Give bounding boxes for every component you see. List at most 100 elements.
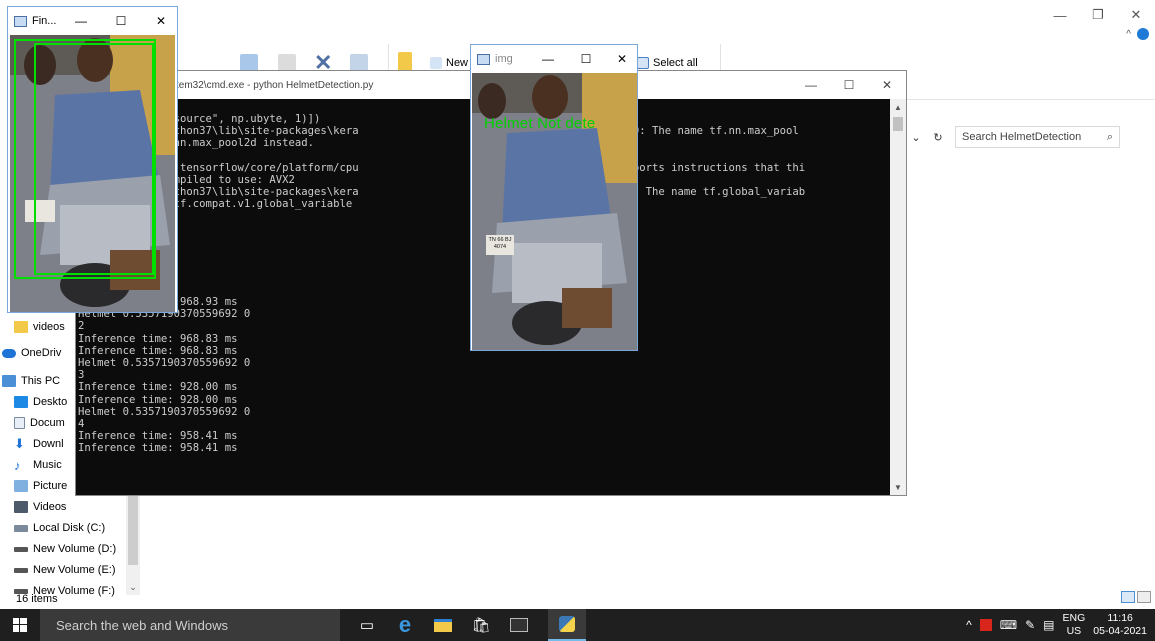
acrobat-icon[interactable] (979, 619, 992, 631)
console-line: Inference time: 928.00 ms (78, 393, 238, 406)
nav-item-label: Downl (33, 438, 64, 450)
chevron-down-icon[interactable]: ⌄ (905, 126, 927, 148)
img-window: img — ☐ ✕ TN 66 BJ 4074 Helmet Not dete (470, 44, 638, 351)
maximize-icon[interactable]: ☐ (830, 71, 868, 99)
console-line: 3 (78, 369, 85, 382)
chevron-up-icon[interactable]: ^ (1126, 29, 1131, 40)
music-icon: ♪ (14, 457, 21, 473)
region-code: US (1066, 625, 1082, 637)
nav-item-onedrive[interactable]: OneDriv (2, 343, 61, 363)
search-input[interactable]: Search HelmetDetection ⌕ (955, 126, 1120, 148)
finder-title: Fin... (32, 15, 57, 27)
nav-item-desktop[interactable]: Deskto (14, 392, 67, 412)
cmd-title: tem32\cmd.exe - python HelmetDetection.p… (176, 79, 374, 91)
nav-item-music[interactable]: ♪ Music (14, 455, 62, 475)
details-view-icon[interactable] (1121, 591, 1135, 603)
img-title: img (495, 53, 513, 65)
nav-item-new-volume-e[interactable]: New Volume (E:) (14, 560, 116, 580)
cmd-taskbar-icon[interactable] (500, 609, 538, 641)
taskbar: Search the web and Windows ▭ e 🛍 ^ ⌨ ✎ ▤… (0, 609, 1155, 641)
close-icon[interactable]: ✕ (1117, 0, 1155, 30)
keyboard-icon[interactable]: ⌨ (1000, 618, 1017, 632)
notification-icon[interactable]: ▤ (1043, 618, 1054, 632)
nav-item-label: New Volume (E:) (33, 564, 116, 576)
clock[interactable]: 11:16 05-04-2021 (1093, 612, 1147, 638)
drive-icon (14, 567, 28, 573)
nav-item-label: Picture (33, 480, 68, 492)
nav-item-label: This PC (21, 375, 61, 387)
download-icon: ⬇ (14, 436, 25, 451)
new-item-icon (430, 57, 442, 69)
search-placeholder: Search HelmetDetection (962, 131, 1082, 143)
minimize-icon[interactable]: — (792, 71, 830, 99)
nav-item-label: Videos (33, 501, 67, 513)
nav-item-pictures[interactable]: Picture (14, 476, 67, 496)
detection-box (14, 39, 156, 279)
nav-item-new-volume-d[interactable]: New Volume (D:) (14, 539, 116, 559)
scroll-up-icon[interactable]: ▲ (890, 99, 906, 115)
view-toggle (1121, 591, 1151, 603)
nav-item-documents[interactable]: Docum (14, 413, 65, 433)
close-icon[interactable]: ✕ (141, 7, 181, 35)
cmd-window-controls: — ☐ ✕ (792, 71, 906, 99)
nav-item-videos[interactable]: Videos (14, 497, 66, 517)
task-view-icon[interactable]: ▭ (348, 609, 386, 641)
nav-item-label: Deskto (33, 396, 68, 408)
nav-item-label: New Volume (D:) (33, 543, 117, 555)
clock-time: 11:16 (1107, 612, 1133, 624)
large-icons-view-icon[interactable] (1137, 591, 1151, 603)
taskbar-search-placeholder: Search the web and Windows (56, 617, 228, 633)
finder-window: Fin... — ☐ ✕ (7, 6, 178, 313)
scrollbar-thumb[interactable] (893, 117, 903, 131)
taskbar-search-input[interactable]: Search the web and Windows (40, 609, 340, 641)
chevron-down-icon[interactable]: ⌄ (126, 582, 140, 594)
ribbon-collapse-area: ^ (1126, 28, 1149, 40)
finder-window-controls: — ☐ ✕ (61, 7, 181, 35)
clock-date: 05-04-2021 (1093, 625, 1147, 637)
pictures-icon (14, 480, 28, 492)
scroll-down-icon[interactable]: ▼ (890, 479, 906, 495)
minimize-icon[interactable]: — (529, 45, 567, 73)
refresh-icon[interactable]: ↻ (927, 126, 949, 148)
python-taskbar-icon[interactable] (548, 609, 586, 641)
chevron-up-icon[interactable]: ^ (966, 618, 972, 632)
language-indicator[interactable]: ENG US (1063, 612, 1086, 638)
console-line: Helmet 0.5357190370559692 0 (78, 405, 251, 418)
finder-photo (10, 35, 175, 312)
minimize-icon[interactable]: — (61, 7, 101, 35)
start-button[interactable] (0, 609, 40, 641)
video-icon (14, 501, 28, 513)
console-line: Inference time: 928.00 ms (78, 381, 238, 394)
windows-logo-icon (13, 618, 27, 632)
minimize-icon[interactable]: — (1041, 0, 1079, 30)
nav-item-label: Docum (30, 417, 65, 429)
img-window-controls: — ☐ ✕ (529, 45, 639, 73)
store-icon[interactable]: 🛍 (462, 609, 500, 641)
img-photo: TN 66 BJ 4074 Helmet Not dete (472, 73, 637, 350)
window-icon (14, 15, 27, 27)
nav-item-downloads[interactable]: ⬇ Downl (14, 434, 64, 454)
edge-icon[interactable]: e (386, 609, 424, 641)
search-icon: ⌕ (1106, 130, 1113, 143)
document-icon (14, 417, 25, 429)
desktop-icon (14, 396, 28, 408)
console-scrollbar[interactable]: ▲ ▼ (890, 99, 906, 495)
close-icon[interactable]: ✕ (605, 45, 639, 73)
language-code: ENG (1062, 612, 1086, 624)
close-icon[interactable]: ✕ (868, 71, 906, 99)
maximize-icon[interactable]: ☐ (101, 7, 141, 35)
folder-icon (14, 321, 28, 333)
restore-icon[interactable]: ❐ (1079, 0, 1117, 30)
status-item-count: 16 items (16, 593, 58, 605)
nav-item-videos-folder[interactable]: videos (14, 317, 65, 337)
help-icon[interactable] (1137, 28, 1149, 40)
explorer-window-controls: — ❐ ✕ (1041, 0, 1155, 30)
nav-item-this-pc[interactable]: This PC (2, 371, 60, 391)
pen-icon[interactable]: ✎ (1025, 618, 1035, 632)
nav-item-local-disk-c[interactable]: Local Disk (C:) (14, 518, 105, 538)
license-plate-text: TN 66 BJ 4074 (488, 237, 512, 250)
file-explorer-taskbar-icon[interactable] (424, 609, 462, 641)
select-all-label: Select all (653, 57, 698, 69)
console-line: 4 (78, 418, 85, 431)
maximize-icon[interactable]: ☐ (567, 45, 605, 73)
